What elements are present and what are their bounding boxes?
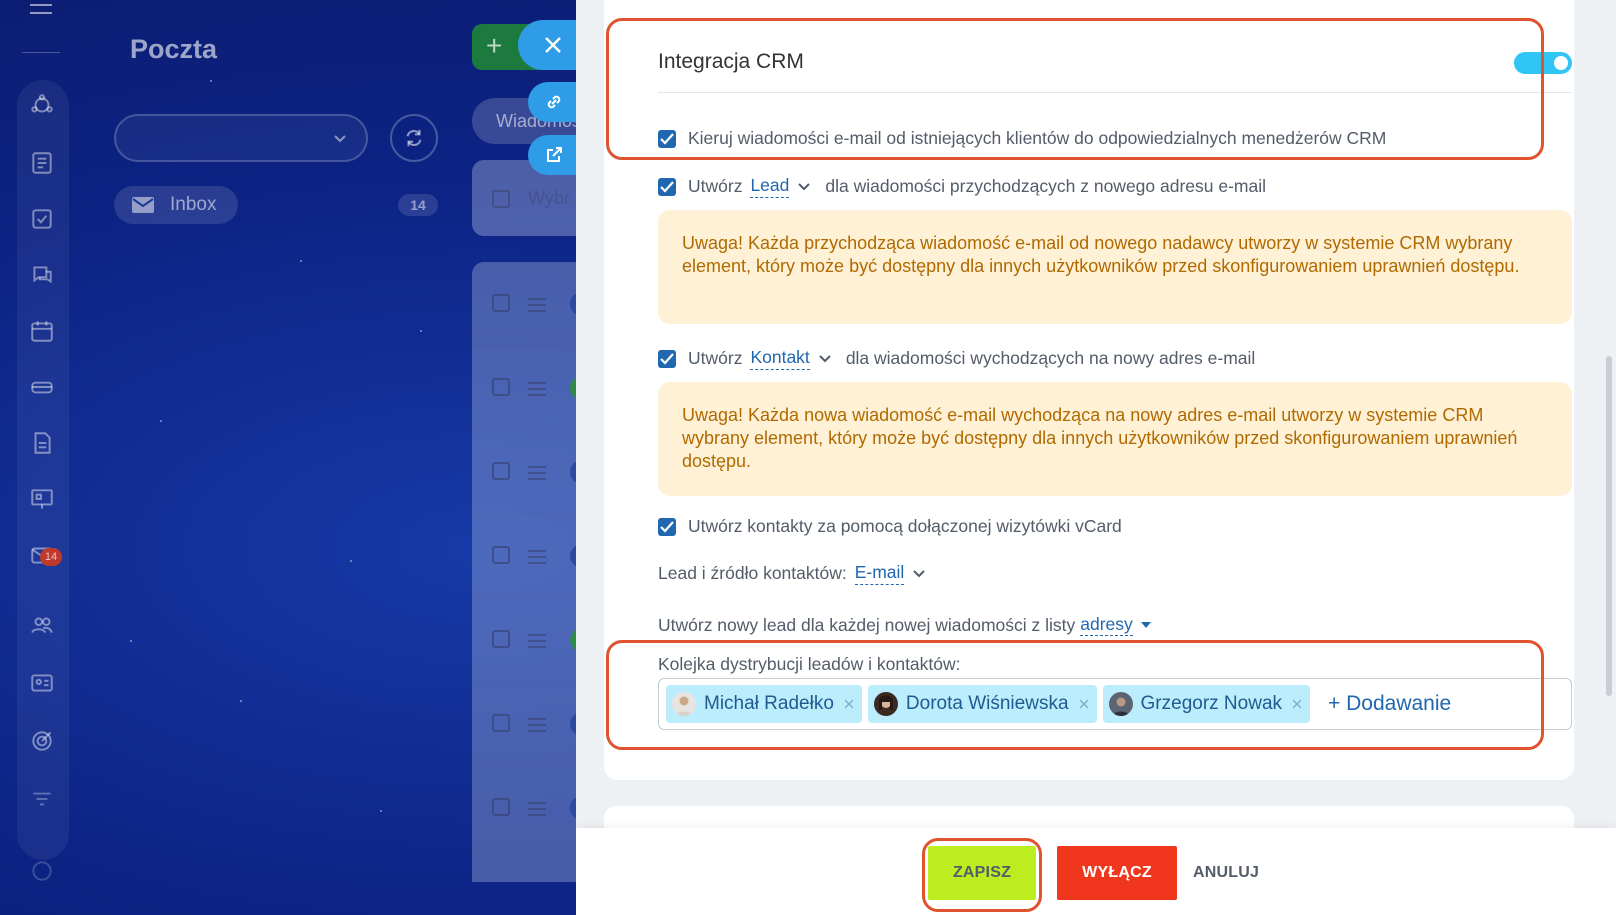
tasks-icon[interactable] (29, 206, 55, 232)
outgoing-row: Utwórz Kontakt dla wiadomości wychodzący… (658, 347, 1255, 370)
chevron-down-icon (334, 135, 346, 143)
open-new-window-button[interactable] (528, 135, 582, 175)
outgoing-prefix: Utwórz (688, 348, 743, 368)
section-title: Integracja CRM (658, 50, 804, 73)
folder-inbox[interactable]: Inbox (114, 186, 238, 224)
chevron-down-icon[interactable] (797, 182, 811, 192)
refresh-icon (406, 129, 422, 147)
feed-icon[interactable] (29, 92, 55, 118)
source-row: Lead i źródło kontaktów: E-mail (658, 562, 940, 585)
vcard-row: Utwórz kontakty za pomocą dołączonej wiz… (658, 516, 1122, 537)
mail-badge: 14 (40, 548, 62, 566)
route-existing-label: Kieruj wiadomości e-mail od istniejących… (688, 128, 1387, 148)
page-title: Poczta (130, 34, 218, 64)
cancel-button[interactable]: ANULUJ (1186, 846, 1266, 900)
outgoing-suffix: dla wiadomości wychodzących na nowy adre… (845, 348, 1256, 368)
remove-icon[interactable] (1292, 699, 1302, 709)
avatar (672, 692, 696, 716)
distribution-queue-field[interactable]: Michał Radełko Dorota Wiśniewska Grzegor… (658, 678, 1572, 730)
check-icon (660, 520, 674, 533)
queue-label: Kolejka dystrybucji leadów i kontaktów: (658, 654, 961, 674)
source-label: Lead i źródło kontaktów: (658, 563, 847, 583)
queue-user-name: Michał Radełko (704, 693, 834, 714)
avatar (873, 692, 898, 716)
scrollbar[interactable] (1606, 356, 1612, 696)
left-sidebar: 14 (0, 0, 86, 915)
avatar (1108, 692, 1133, 716)
copy-link-button[interactable] (528, 82, 582, 122)
vcard-checkbox[interactable] (658, 517, 676, 536)
calendar-icon[interactable] (29, 318, 55, 344)
source-dropdown[interactable]: E-mail (854, 562, 905, 585)
mailbox-select[interactable] (114, 114, 368, 162)
check-icon (660, 352, 674, 365)
users-icon[interactable] (29, 612, 55, 638)
queue-user-chip[interactable]: Michał Radełko (666, 685, 862, 723)
list-item[interactable] (472, 514, 594, 598)
remove-icon[interactable] (844, 699, 854, 709)
crm-integration-toggle[interactable] (1514, 52, 1572, 74)
caret-down-icon[interactable] (1140, 622, 1151, 628)
incoming-entity-dropdown[interactable]: Lead (750, 175, 790, 198)
document-icon[interactable] (29, 430, 55, 456)
check-icon (660, 180, 674, 193)
queue-user-chip[interactable]: Grzegorz Nowak (1102, 685, 1311, 723)
outgoing-warning: Uwaga! Każda nowa wiadomość e-mail wycho… (658, 382, 1572, 496)
list-item[interactable] (472, 430, 594, 514)
board-icon[interactable] (29, 486, 55, 512)
chat-icon[interactable] (29, 262, 55, 288)
queue-user-name: Dorota Wiśniewska (905, 693, 1069, 714)
incoming-suffix: dla wiadomości przychodzących z nowego a… (825, 176, 1267, 196)
contact-card-icon[interactable] (29, 670, 55, 696)
chevron-down-icon[interactable] (912, 569, 926, 579)
queue-user-chip[interactable]: Dorota Wiśniewska (867, 685, 1097, 723)
news-icon[interactable] (29, 150, 55, 176)
check-icon (660, 132, 674, 145)
add-user-button[interactable]: + Dodawanie (1328, 692, 1451, 716)
link-icon (547, 95, 561, 109)
hamburger-menu-icon[interactable] (30, 4, 52, 24)
list-item[interactable] (472, 346, 594, 430)
help-icon[interactable] (29, 858, 55, 884)
remove-icon[interactable] (1078, 699, 1089, 709)
new-lead-label: Utwórz nowy lead dla każdej nowej wiadom… (658, 614, 1076, 635)
close-slider-button[interactable] (518, 20, 582, 70)
queue-user-name: Grzegorz Nowak (1140, 693, 1283, 714)
folder-inbox-label: Inbox (170, 194, 217, 215)
message-list (472, 262, 594, 882)
select-all-checkbox[interactable] (492, 190, 510, 208)
route-existing-row: Kieruj wiadomości e-mail od istniejących… (658, 128, 1386, 149)
incoming-warning: Uwaga! Każda przychodząca wiadomość e-ma… (658, 210, 1572, 324)
crm-integration-card: Integracja CRM Kieruj wiadomości e-mail … (604, 0, 1574, 780)
outgoing-entity-dropdown[interactable]: Kontakt (750, 347, 810, 370)
incoming-prefix: Utwórz (688, 176, 743, 196)
refresh-button[interactable] (390, 114, 438, 162)
list-item[interactable] (472, 682, 594, 766)
footer-bar: ZAPISZ WYŁĄCZ ANULUJ (576, 828, 1616, 915)
list-header-placeholder: Wybr (528, 188, 570, 208)
filter-icon[interactable] (29, 786, 55, 812)
new-lead-list-dropdown[interactable]: adresy (1080, 614, 1133, 636)
envelope-icon (132, 197, 154, 213)
crm-settings-panel: Integracja CRM Kieruj wiadomości e-mail … (576, 0, 1616, 915)
new-lead-row: Utwórz nowy lead dla każdej nowej wiadom… (658, 614, 1151, 636)
disable-button[interactable]: WYŁĄCZ (1057, 846, 1177, 900)
chevron-down-icon[interactable] (818, 354, 832, 364)
list-item[interactable] (472, 262, 594, 346)
drive-icon[interactable] (29, 374, 55, 400)
vcard-label: Utwórz kontakty za pomocą dołączonej wiz… (688, 516, 1122, 536)
list-item[interactable] (472, 598, 594, 682)
list-item[interactable] (472, 766, 594, 850)
target-icon[interactable] (29, 728, 55, 754)
incoming-checkbox[interactable] (658, 177, 676, 196)
close-icon (545, 37, 561, 53)
route-existing-checkbox[interactable] (658, 129, 676, 148)
inbox-count-badge: 14 (398, 194, 438, 216)
external-link-icon (547, 147, 562, 162)
outgoing-checkbox[interactable] (658, 349, 676, 368)
incoming-row: Utwórz Lead dla wiadomości przychodzącyc… (658, 175, 1266, 198)
save-button[interactable]: ZAPISZ (928, 846, 1036, 900)
